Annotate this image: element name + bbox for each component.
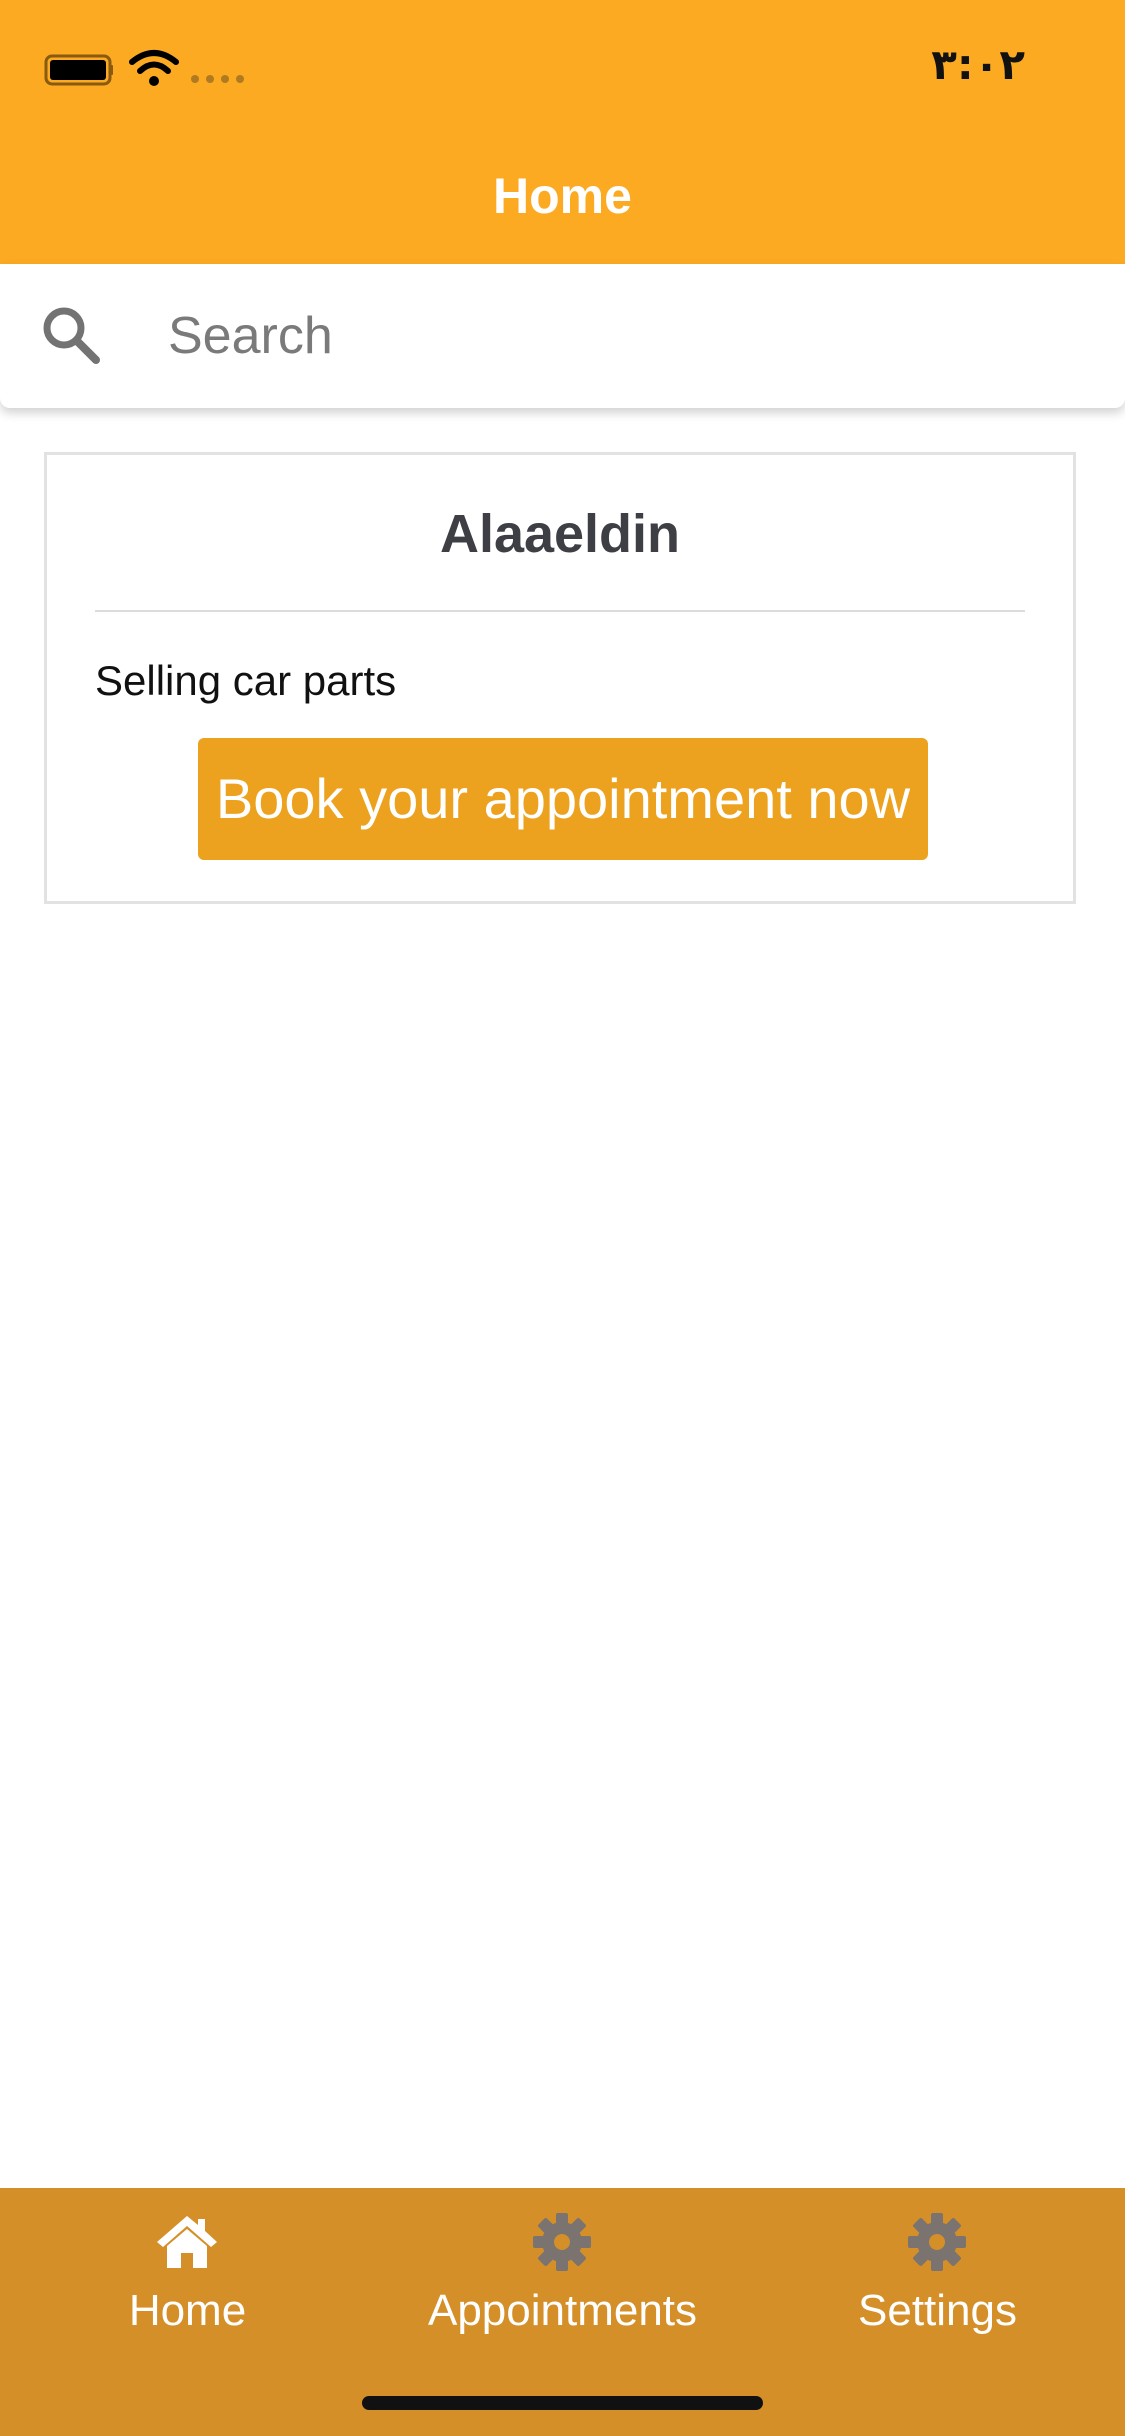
page-title: Home xyxy=(493,168,632,224)
search-icon xyxy=(43,307,100,364)
tab-settings[interactable]: Settings xyxy=(750,2188,1125,2378)
status-bar: ٣:٠٢ xyxy=(0,0,1125,140)
card-divider xyxy=(95,610,1025,612)
card-description: Selling car parts xyxy=(95,657,397,704)
book-appointment-button[interactable]: Book your appointment now xyxy=(198,738,928,860)
home-indicator xyxy=(362,2396,763,2410)
card-title: Alaaeldin xyxy=(439,504,681,564)
tab-home[interactable]: Home xyxy=(0,2188,375,2378)
tab-settings-label: Settings xyxy=(858,2286,1017,2335)
app-header: ٣:٠٢ Home xyxy=(0,0,1125,264)
tab-appointments[interactable]: Appointments xyxy=(375,2188,750,2378)
cellular-signal-icon xyxy=(191,75,244,83)
gear-icon xyxy=(533,2213,591,2271)
wifi-icon xyxy=(129,50,179,86)
business-card: Alaaeldin Selling car parts Book your ap… xyxy=(44,452,1076,904)
home-icon xyxy=(157,2216,217,2268)
status-time: ٣:٠٢ xyxy=(931,40,1025,89)
tab-home-label: Home xyxy=(128,2286,247,2335)
search-input[interactable] xyxy=(168,292,1068,380)
gear-icon xyxy=(908,2213,966,2271)
battery-icon xyxy=(44,54,113,86)
tab-appointments-label: Appointments xyxy=(427,2286,698,2335)
search-bar xyxy=(0,264,1125,408)
